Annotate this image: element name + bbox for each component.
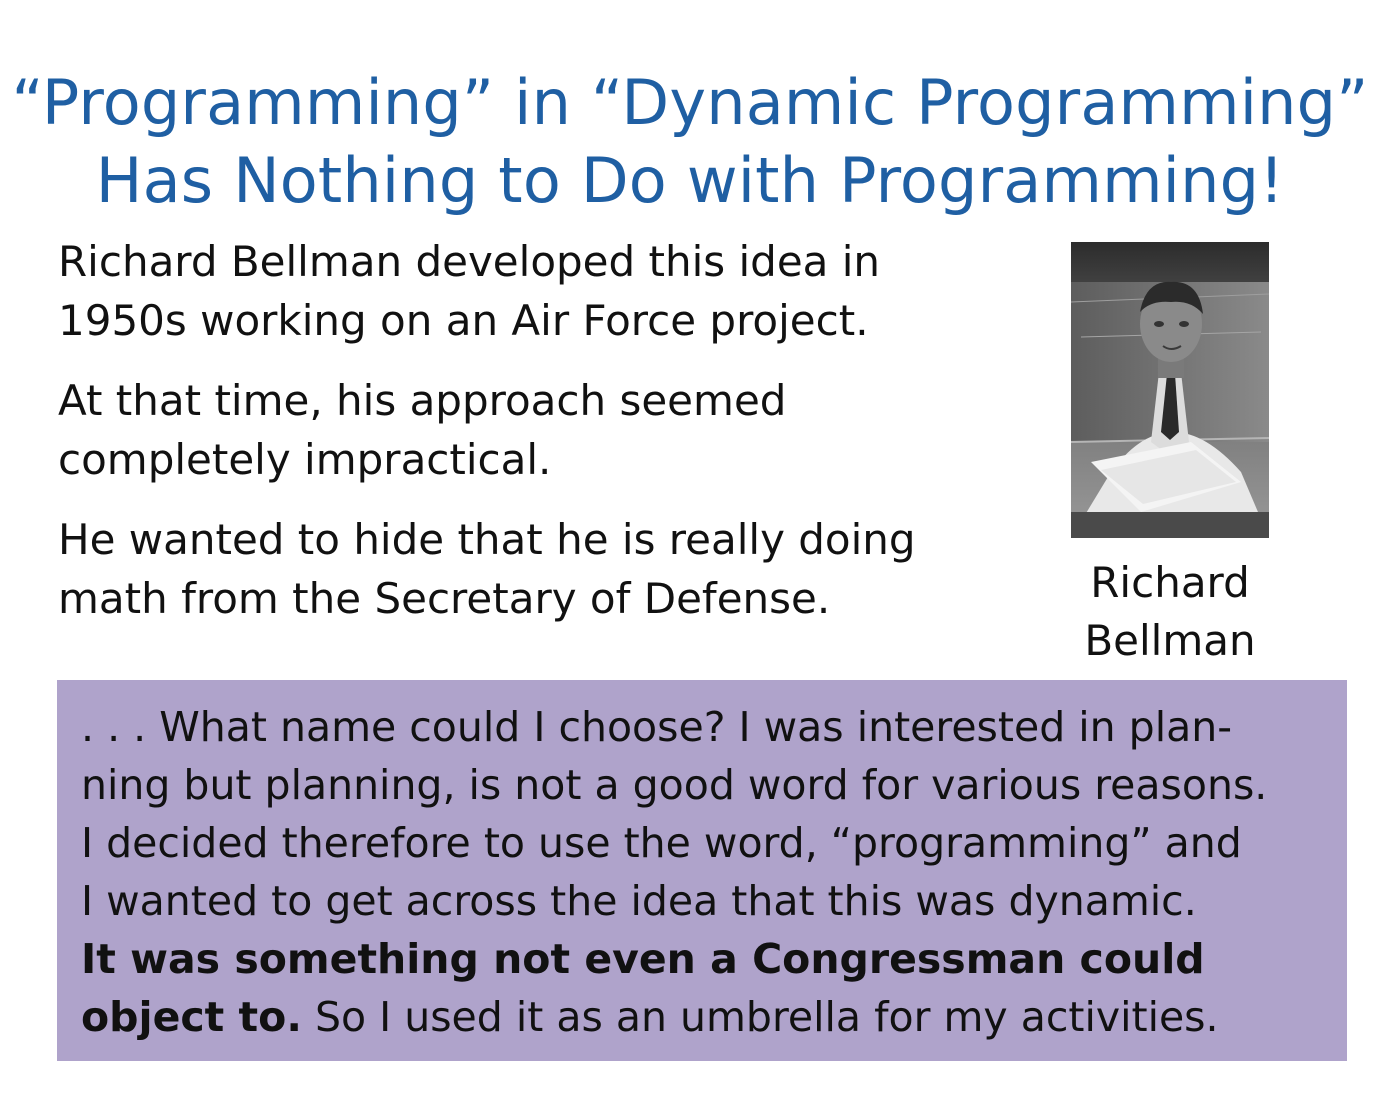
slide-title-line-1: “Programming” in “Dynamic Programming” (11, 65, 1369, 139)
quote-line: . . . What name could I choose? I was in… (81, 703, 1233, 751)
caption-line-1: Richard (1090, 558, 1250, 607)
body-text: Richard Bellman developed this idea in 1… (58, 232, 958, 649)
quote-box: . . . What name could I choose? I was in… (57, 680, 1347, 1061)
paragraph-impractical: At that time, his approach seemed comple… (58, 371, 958, 489)
paragraph-secretary: He wanted to hide that he is really doin… (58, 510, 958, 628)
quote-line: I decided therefore to use the word, “pr… (81, 819, 1242, 867)
paragraph-line: At that time, his approach seemed (58, 376, 787, 425)
paragraph-line: 1950s working on an Air Force project. (58, 296, 869, 345)
caption-line-2: Bellman (1084, 616, 1256, 665)
quote-line-bold: It was something not even a Congressman … (81, 935, 1205, 983)
quote-rest-fragment: So I used it as an umbrella for my activ… (301, 993, 1219, 1041)
photo-caption: Richard Bellman (1060, 554, 1280, 670)
quote-text: . . . What name could I choose? I was in… (81, 698, 1331, 1046)
slide-title-line-2: Has Nothing to Do with Programming! (95, 143, 1285, 217)
paragraph-air-force: Richard Bellman developed this idea in 1… (58, 232, 958, 350)
quote-line: ning but planning, is not a good word fo… (81, 761, 1268, 809)
paragraph-line: completely impractical. (58, 435, 552, 484)
paragraph-line: Richard Bellman developed this idea in (58, 237, 881, 286)
bellman-photo (1071, 242, 1269, 538)
paragraph-line: He wanted to hide that he is really doin… (58, 515, 916, 564)
paragraph-line: math from the Secretary of Defense. (58, 574, 831, 623)
quote-line-mixed: object to. So I used it as an umbrella f… (81, 988, 1331, 1046)
portrait-illustration (1071, 242, 1269, 538)
quote-line: I wanted to get across the idea that thi… (81, 877, 1197, 925)
slide-title: “Programming” in “Dynamic Programming” H… (0, 64, 1380, 220)
quote-bold-fragment: object to. (81, 993, 302, 1041)
